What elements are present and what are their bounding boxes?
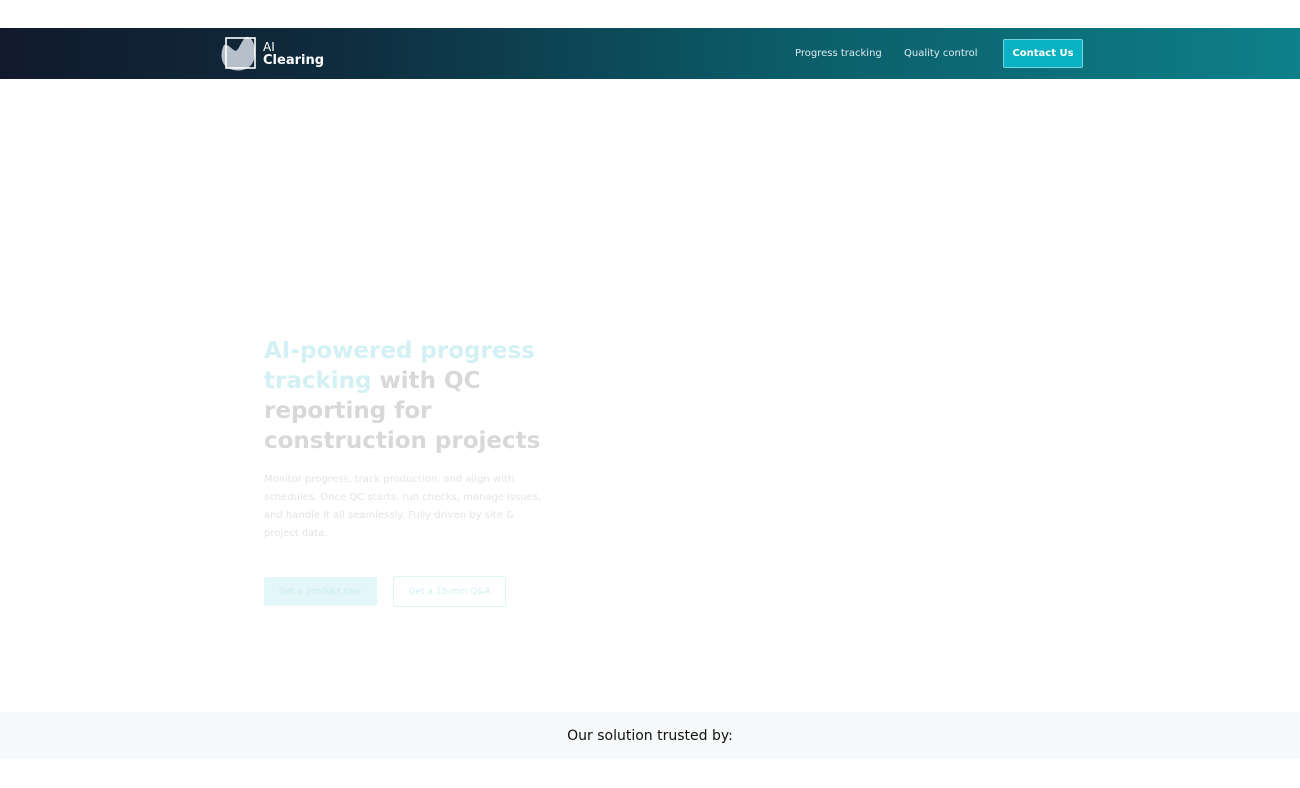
qa-call-button[interactable]: Get a 15-min Q&A <box>393 576 506 607</box>
hero-title: AI-powered progress tracking with QC rep… <box>264 336 554 456</box>
trusted-by-heading: Our solution trusted by: <box>567 727 733 744</box>
ai-clearing-logo-icon <box>218 35 258 73</box>
site-header: AI Clearing Progress tracking Quality co… <box>0 28 1300 79</box>
logo-text-clearing: Clearing <box>263 53 325 68</box>
logo[interactable]: AI Clearing <box>218 35 324 73</box>
hero-description: Monitor progress, track production, and … <box>264 474 542 539</box>
page: AI Clearing Progress tracking Quality co… <box>0 0 1300 788</box>
nav-progress-tracking[interactable]: Progress tracking <box>795 28 882 79</box>
nav-quality-control[interactable]: Quality control <box>904 28 978 79</box>
logo-text: AI Clearing <box>263 40 324 68</box>
contact-us-button[interactable]: Contact Us <box>1003 39 1083 68</box>
trusted-by-section: Our solution trusted by: <box>0 712 1300 759</box>
logo-text-ai: AI <box>263 40 275 54</box>
product-tour-button[interactable]: Get a product tour <box>264 577 377 606</box>
